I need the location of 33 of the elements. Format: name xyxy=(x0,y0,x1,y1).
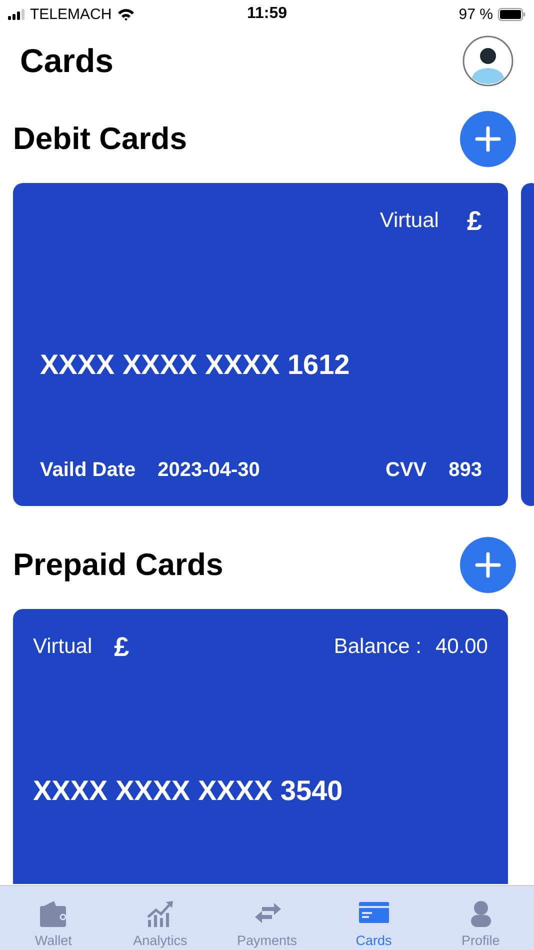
plus-icon xyxy=(475,126,501,152)
battery-percent: 97 % xyxy=(458,6,493,22)
cvv-value: 893 xyxy=(448,459,482,482)
card-number: XXXX XXXX XXXX 1612 xyxy=(40,349,351,381)
plus-icon xyxy=(475,552,501,578)
tab-item[interactable]: Analytics xyxy=(106,886,214,950)
section-title: Prepaid Cards xyxy=(13,547,224,583)
card-type: Virtual xyxy=(33,635,92,659)
signal-icon xyxy=(8,8,25,20)
carrier-name: TELEMACH xyxy=(30,6,112,22)
prepaid-card[interactable]: Virtual £ Balance : 40.00 XXXX XXXX XXXX 3540 xyxy=(13,609,508,884)
tab-item[interactable]: Profile xyxy=(427,886,534,950)
chart-icon xyxy=(145,899,176,929)
currency-symbol: £ xyxy=(466,206,482,236)
cvv-label: CVV xyxy=(386,459,427,482)
balance-label: Balance : xyxy=(334,635,422,659)
clock-time: 11:59 xyxy=(246,5,288,23)
avatar-icon xyxy=(462,35,514,87)
page-title: Cards xyxy=(20,42,114,80)
currency-symbol: £ xyxy=(114,632,130,662)
valid-date-label: Vaild Date xyxy=(40,459,136,482)
tab-item[interactable]: Cards xyxy=(320,886,428,950)
tab-item[interactable]: Wallet xyxy=(0,886,107,950)
section-title: Debit Cards xyxy=(13,121,187,157)
card-type: Virtual xyxy=(380,209,439,233)
valid-date: 2023-04-30 xyxy=(158,459,260,482)
balance-value: 40.00 xyxy=(435,635,488,659)
battery-icon xyxy=(498,8,526,20)
debit-card[interactable]: Virtual £ XXXX XXXX XXXX 1612 Vaild Date 2023-04-30 CVV 893 xyxy=(13,183,508,506)
tab-item[interactable]: Payments xyxy=(214,886,320,950)
wallet-icon xyxy=(38,899,68,929)
card-number: XXXX XXXX XXXX 3540 xyxy=(33,775,344,807)
wifi-icon xyxy=(116,8,135,20)
